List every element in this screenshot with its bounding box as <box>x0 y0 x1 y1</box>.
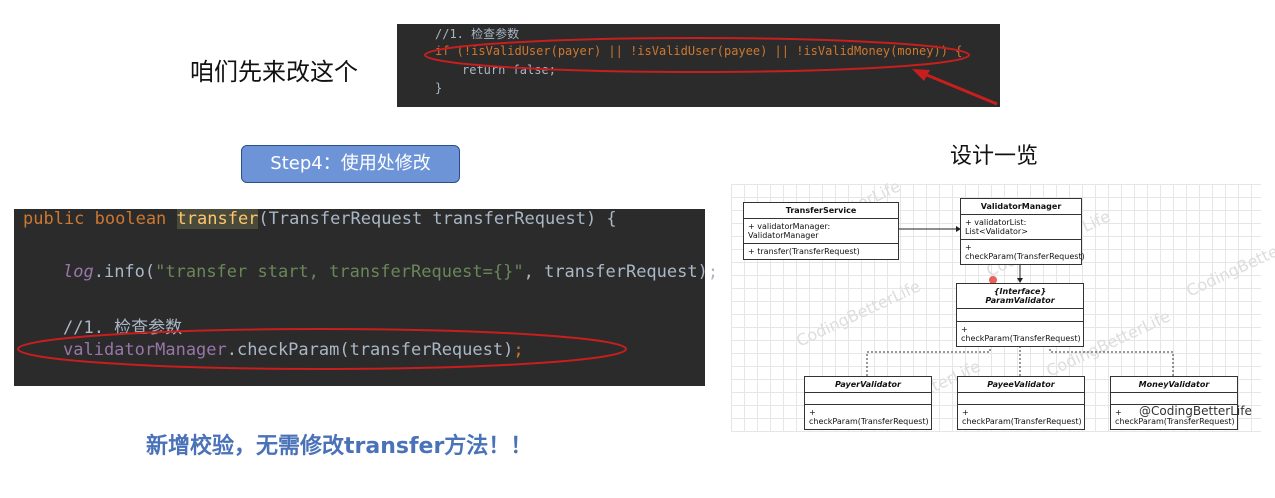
validator-manager-field: validatorManager <box>63 340 227 360</box>
class-attribute-empty <box>805 393 931 405</box>
class-attribute: + validatorList: List<Validator> <box>961 215 1081 240</box>
class-operation: + checkParam(TransferRequest) <box>809 408 929 426</box>
code-if-line: if (!isValidUser(payer) || !isValidUser(… <box>435 44 962 58</box>
sig-keywords: public boolean <box>23 209 177 229</box>
class-payee-validator: PayeeValidator + checkParam(TransferRequ… <box>957 376 1085 430</box>
code-snippet-transfer: public boolean transfer(TransferRequest … <box>14 209 718 386</box>
class-name: MoneyValidator <box>1111 377 1237 393</box>
log-call: .info( <box>93 262 156 282</box>
summary-banner: 新增校验，无需修改transfer方法！！ <box>146 434 533 459</box>
class-transfer-service: TransferService + validatorManager: Vali… <box>743 202 899 260</box>
log-string: "transfer start, transferRequest={}" <box>155 262 524 282</box>
class-attribute: + validatorManager: ValidatorManager <box>744 219 898 244</box>
design-title: 设计一览 <box>950 144 1039 169</box>
class-attribute-empty <box>957 309 1083 322</box>
class-operation: + checkParam(TransferRequest) <box>962 408 1082 426</box>
code-snippet-original: //1. 检查参数 if (!isValidUser(payer) || !is… <box>397 24 1000 107</box>
class-name: PayerValidator <box>805 377 931 393</box>
log-object: log <box>63 262 94 282</box>
code-comment: //1. 检查参数 <box>435 27 520 41</box>
interface-header: {Interface} ParamValidator <box>957 284 1083 309</box>
class-name: ValidatorManager <box>961 199 1081 215</box>
class-validator-manager: ValidatorManager + validatorList: List<V… <box>960 198 1085 265</box>
method-signature: public boolean transfer(TransferRequest … <box>23 209 617 229</box>
check-param-call: .checkParam(transferRequest) <box>226 340 514 360</box>
class-attribute-empty <box>958 393 1084 405</box>
interface-param-validator: {Interface} ParamValidator + checkParam(T… <box>956 283 1084 347</box>
class-operation: + checkParam(TransferRequest) <box>965 243 1085 261</box>
sig-method-name: transfer <box>176 209 259 229</box>
top-caption: 咱们先来改这个 <box>190 58 358 86</box>
if-line-text: if (!isValidUser(payer) || !isValidUser(… <box>435 44 963 58</box>
class-name: ParamValidator <box>985 296 1055 305</box>
check-comment: //1. 检查参数 <box>63 318 183 338</box>
credit-watermark: @CodingBetterLife <box>1139 404 1252 418</box>
uml-diagram: CodingBetterLife CodingBetterLife Coding… <box>731 176 1275 432</box>
check-param-semicolon: ; <box>513 340 524 360</box>
interface-stereotype: {Interface} <box>993 287 1047 296</box>
class-operation: + checkParam(TransferRequest) <box>961 325 1081 343</box>
class-operation: + transfer(TransferRequest) <box>748 247 860 256</box>
log-line: log.info("transfer start, transferReques… <box>63 262 718 282</box>
class-name: TransferService <box>744 203 898 219</box>
log-args: , transferRequest); <box>523 262 719 282</box>
sig-params: (TransferRequest transferRequest) { <box>258 209 617 229</box>
class-payer-validator: PayerValidator + checkParam(TransferRequ… <box>804 376 932 430</box>
class-name: PayeeValidator <box>958 377 1084 393</box>
check-param-line: validatorManager.checkParam(transferRequ… <box>63 340 524 360</box>
class-money-validator: MoneyValidator + checkParam(TransferRequ… <box>1110 376 1238 430</box>
code-close-brace: } <box>435 81 443 95</box>
code-return-line: return false; <box>462 63 556 77</box>
step4-button[interactable]: Step4：使用处修改 <box>241 145 460 183</box>
